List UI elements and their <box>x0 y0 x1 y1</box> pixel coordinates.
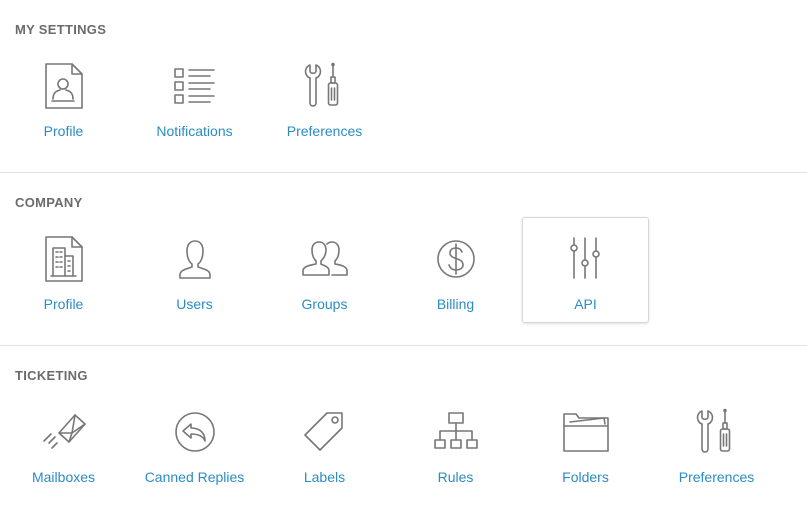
list-icon <box>170 61 220 111</box>
group-icon <box>300 234 350 284</box>
sliders-icon <box>561 234 611 284</box>
section-divider <box>0 345 807 346</box>
tile-ticketing-preferences[interactable]: Preferences <box>653 387 780 493</box>
tools-icon <box>692 407 742 457</box>
tile-mailboxes[interactable]: Mailboxes <box>0 387 127 493</box>
reply-icon <box>170 407 220 457</box>
tile-label: Billing <box>436 296 475 312</box>
tile-company-profile[interactable]: Profile <box>0 214 127 320</box>
hierarchy-icon <box>431 407 481 457</box>
section-divider <box>0 172 807 173</box>
section-title-my-settings: MY SETTINGS <box>15 22 107 37</box>
tile-canned-replies[interactable]: Canned Replies <box>131 387 258 493</box>
tile-billing[interactable]: Billing <box>392 214 519 320</box>
tile-label: Profile <box>43 296 84 312</box>
user-icon <box>170 234 220 284</box>
section-title-company: COMPANY <box>15 195 83 210</box>
tile-label: Labels <box>303 469 346 485</box>
profile-document-icon <box>39 61 89 111</box>
tile-label: Canned Replies <box>144 469 245 485</box>
tools-icon <box>300 61 350 111</box>
tile-label: Rules <box>437 469 474 485</box>
tile-label: Folders <box>562 469 609 485</box>
tile-label: Mailboxes <box>31 469 96 485</box>
tile-label: Groups <box>301 296 348 312</box>
tile-my-preferences[interactable]: Preferences <box>261 41 388 147</box>
building-document-icon <box>39 234 89 284</box>
tile-label: API <box>574 296 597 312</box>
tile-notifications[interactable]: Notifications <box>131 41 258 147</box>
section-title-ticketing: TICKETING <box>15 368 88 383</box>
tile-label: Users <box>176 296 213 312</box>
tile-rules[interactable]: Rules <box>392 387 519 493</box>
tile-label: Preferences <box>286 123 363 139</box>
tile-my-profile[interactable]: Profile <box>0 41 127 147</box>
tile-labels[interactable]: Labels <box>261 387 388 493</box>
folder-icon <box>561 407 611 457</box>
tile-label: Profile <box>43 123 84 139</box>
tile-api[interactable]: API <box>522 217 649 323</box>
tile-groups[interactable]: Groups <box>261 214 388 320</box>
tile-folders[interactable]: Folders <box>522 387 649 493</box>
tile-users[interactable]: Users <box>131 214 258 320</box>
tag-icon <box>300 407 350 457</box>
tile-label: Notifications <box>156 123 233 139</box>
dollar-icon <box>431 234 481 284</box>
mail-send-icon <box>39 407 89 457</box>
tile-label: Preferences <box>678 469 755 485</box>
